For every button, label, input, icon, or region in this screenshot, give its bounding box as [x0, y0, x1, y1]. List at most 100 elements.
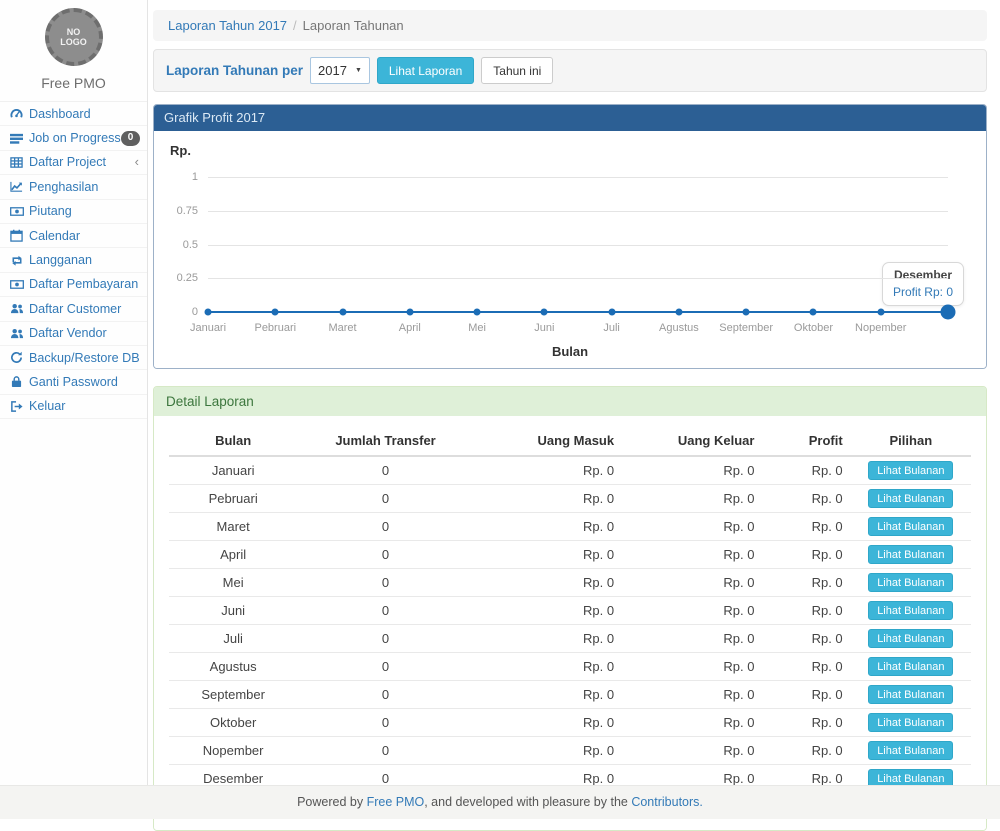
y-tick-label: 0.25 — [154, 272, 198, 284]
sidebar-item-label: Dashboard — [29, 107, 91, 121]
cell-transfer: 0 — [297, 456, 473, 485]
cell-masuk: Rp. 0 — [474, 569, 622, 597]
lihat-bulanan-button[interactable]: Lihat Bulanan — [868, 629, 953, 648]
cell-pilihan: Lihat Bulanan — [851, 681, 971, 709]
x-tick-label: Januari — [190, 322, 226, 334]
profit-chart: Rp. Desember Profit Rp: 0 Bulan 00.250.5… — [154, 131, 986, 368]
cell-profit: Rp. 0 — [762, 597, 850, 625]
table-icon — [8, 156, 25, 169]
x-tick-label: Maret — [328, 322, 356, 334]
sidebar-item-daftar-customer[interactable]: Daftar Customer — [0, 297, 147, 321]
chevron-left-icon: ‹ — [135, 157, 139, 167]
x-tick-label: Pebruari — [254, 322, 296, 334]
sidebar-item-langganan[interactable]: Langganan — [0, 248, 147, 272]
tahun-ini-button[interactable]: Tahun ini — [481, 57, 553, 84]
cell-keluar: Rp. 0 — [622, 681, 762, 709]
table-header-row: Bulan Jumlah Transfer Uang Masuk Uang Ke… — [169, 426, 971, 456]
lihat-bulanan-button[interactable]: Lihat Bulanan — [868, 657, 953, 676]
cell-masuk: Rp. 0 — [474, 737, 622, 765]
lihat-bulanan-button[interactable]: Lihat Bulanan — [868, 713, 953, 732]
cell-profit: Rp. 0 — [762, 737, 850, 765]
chevron-down-icon: ▼ — [355, 67, 362, 74]
cell-bulan: Nopember — [169, 737, 297, 765]
chart-point — [877, 309, 884, 316]
lihat-bulanan-button[interactable]: Lihat Bulanan — [868, 461, 953, 480]
sidebar-item-label: Keluar — [29, 399, 65, 413]
cell-profit: Rp. 0 — [762, 625, 850, 653]
cell-masuk: Rp. 0 — [474, 709, 622, 737]
table-row: Maret0Rp. 0Rp. 0Rp. 0Lihat Bulanan — [169, 513, 971, 541]
sidebar-item-daftar-pembayaran[interactable]: Daftar Pembayaran — [0, 273, 147, 297]
detail-report-panel: Detail Laporan Bulan Jumlah Transfer Uan… — [153, 386, 987, 831]
lihat-bulanan-button[interactable]: Lihat Bulanan — [868, 741, 953, 760]
col-bulan: Bulan — [169, 426, 297, 456]
sidebar-item-backup-restore-db[interactable]: Backup/Restore DB — [0, 346, 147, 370]
sidebar-item-label: Calendar — [29, 229, 80, 243]
sidebar-item-label: Daftar Vendor — [29, 326, 107, 340]
cell-masuk: Rp. 0 — [474, 456, 622, 485]
cell-keluar: Rp. 0 — [622, 653, 762, 681]
cell-masuk: Rp. 0 — [474, 485, 622, 513]
x-tick-label: Nopember — [855, 322, 906, 334]
lihat-bulanan-button[interactable]: Lihat Bulanan — [868, 517, 953, 536]
chart-point — [675, 309, 682, 316]
year-select[interactable]: 2017 ▼ — [310, 57, 370, 84]
sidebar-item-job-on-progress[interactable]: Job on Progress0 — [0, 126, 147, 150]
lihat-laporan-button[interactable]: Lihat Laporan — [377, 57, 474, 84]
chart-point-active — [941, 305, 956, 320]
footer-link-contributors[interactable]: Contributors. — [631, 795, 703, 809]
sidebar-item-calendar[interactable]: Calendar — [0, 224, 147, 248]
lihat-bulanan-button[interactable]: Lihat Bulanan — [868, 489, 953, 508]
year-select-value: 2017 — [318, 63, 347, 78]
cell-profit: Rp. 0 — [762, 653, 850, 681]
cell-masuk: Rp. 0 — [474, 625, 622, 653]
cell-profit: Rp. 0 — [762, 569, 850, 597]
lihat-bulanan-button[interactable]: Lihat Bulanan — [868, 685, 953, 704]
sidebar-item-label: Daftar Pembayaran — [29, 277, 138, 291]
lihat-bulanan-button[interactable]: Lihat Bulanan — [868, 545, 953, 564]
chart-point — [406, 309, 413, 316]
cell-keluar: Rp. 0 — [622, 541, 762, 569]
cell-keluar: Rp. 0 — [622, 597, 762, 625]
sidebar-item-daftar-project[interactable]: Daftar Project ‹ — [0, 151, 147, 175]
footer-link-freepmo[interactable]: Free PMO — [367, 795, 425, 809]
x-tick-label: September — [719, 322, 773, 334]
cell-pilihan: Lihat Bulanan — [851, 653, 971, 681]
report-table: Bulan Jumlah Transfer Uang Masuk Uang Ke… — [169, 426, 971, 818]
table-row: Juli0Rp. 0Rp. 0Rp. 0Lihat Bulanan — [169, 625, 971, 653]
x-tick-label: Juli — [603, 322, 620, 334]
sidebar-item-keluar[interactable]: Keluar — [0, 395, 147, 419]
detail-panel-body: Bulan Jumlah Transfer Uang Masuk Uang Ke… — [154, 416, 986, 830]
table-row: Juni0Rp. 0Rp. 0Rp. 0Lihat Bulanan — [169, 597, 971, 625]
cell-transfer: 0 — [297, 709, 473, 737]
col-jumlah-transfer: Jumlah Transfer — [297, 426, 473, 456]
y-tick-label: 0.75 — [154, 205, 198, 217]
cell-transfer: 0 — [297, 597, 473, 625]
sidebar-item-label: Daftar Project — [29, 155, 106, 169]
count-badge: 0 — [121, 131, 141, 146]
lihat-bulanan-button[interactable]: Lihat Bulanan — [868, 573, 953, 592]
sidebar-item-daftar-vendor[interactable]: Daftar Vendor — [0, 322, 147, 346]
profit-chart-panel: Grafik Profit 2017 Rp. Desember Profit R… — [153, 104, 987, 369]
cell-masuk: Rp. 0 — [474, 681, 622, 709]
brand-name: Free PMO — [0, 66, 147, 101]
lihat-bulanan-button[interactable]: Lihat Bulanan — [868, 601, 953, 620]
breadcrumb-link[interactable]: Laporan Tahun 2017 — [168, 18, 287, 33]
cell-profit: Rp. 0 — [762, 709, 850, 737]
calendar-icon — [8, 229, 25, 242]
table-row: September0Rp. 0Rp. 0Rp. 0Lihat Bulanan — [169, 681, 971, 709]
chart-point — [743, 309, 750, 316]
sidebar-item-ganti-password[interactable]: Ganti Password — [0, 370, 147, 394]
refresh-icon — [8, 351, 25, 364]
chart-point — [608, 309, 615, 316]
cell-pilihan: Lihat Bulanan — [851, 485, 971, 513]
chart-point — [474, 309, 481, 316]
sidebar-item-penghasilan[interactable]: Penghasilan — [0, 175, 147, 199]
chart-point — [272, 309, 279, 316]
table-row: Oktober0Rp. 0Rp. 0Rp. 0Lihat Bulanan — [169, 709, 971, 737]
no-logo-text: NO LOGO — [60, 27, 87, 47]
cell-pilihan: Lihat Bulanan — [851, 456, 971, 485]
cell-transfer: 0 — [297, 653, 473, 681]
sidebar-item-dashboard[interactable]: Dashboard — [0, 102, 147, 126]
sidebar-item-piutang[interactable]: Piutang — [0, 200, 147, 224]
